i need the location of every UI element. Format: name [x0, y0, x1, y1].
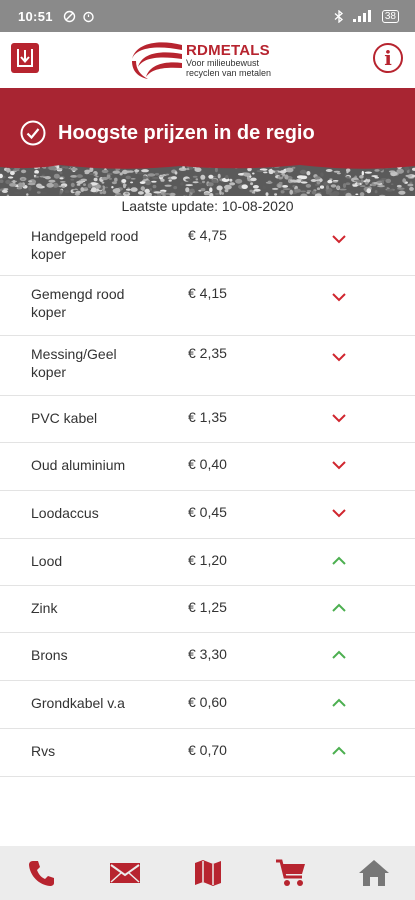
chevron-up-icon	[332, 556, 346, 565]
metal-price: € 1,35	[188, 409, 227, 425]
status-time: 10:51	[18, 8, 53, 24]
price-row[interactable]: Grondkabel v.a € 0,60	[0, 681, 415, 729]
phone-icon	[28, 861, 54, 886]
signal-icon	[352, 9, 371, 22]
map-button[interactable]	[190, 855, 226, 891]
metal-name: Gemengd rood koper	[31, 286, 125, 320]
chevron-up-icon	[332, 698, 346, 707]
price-row[interactable]: Gemengd rood koper € 4,15	[0, 276, 415, 336]
metal-price: € 0,45	[188, 504, 227, 520]
chevron-down-icon	[332, 461, 346, 470]
price-row[interactable]: Messing/Geel koper € 2,35	[0, 336, 415, 396]
metal-price: € 2,35	[188, 345, 227, 361]
metal-name: Rvs	[31, 743, 56, 759]
metal-name: Grondkabel v.a	[31, 695, 125, 711]
notification-icon	[63, 10, 75, 22]
metal-price: € 0,60	[188, 694, 227, 710]
status-bar: 10:51 38	[0, 0, 415, 32]
map-icon	[194, 860, 221, 886]
bluetooth-icon	[334, 9, 343, 23]
logo-subtitle-line1: Voor milieubewust	[186, 57, 260, 68]
metal-name: Handgepeld rood koper	[31, 228, 139, 262]
price-row[interactable]: Oud aluminium € 0,40	[0, 443, 415, 491]
home-button[interactable]	[356, 855, 392, 891]
price-list: Handgepeld rood koper € 4,75 Gemengd rood …	[0, 218, 415, 777]
info-icon: i	[384, 46, 392, 70]
alarm-icon	[83, 11, 94, 22]
metal-name: Oud aluminium	[31, 457, 126, 473]
call-button[interactable]	[24, 855, 60, 891]
price-row[interactable]: PVC kabel € 1,35	[0, 396, 415, 443]
mail-button[interactable]	[107, 855, 143, 891]
chevron-down-icon	[332, 414, 346, 423]
metal-name: Lood	[31, 553, 63, 569]
logo-title: RDMETALS	[186, 41, 270, 59]
banner-title: Hoogste prijzen in de regio	[58, 122, 315, 144]
metal-price: € 0,40	[188, 456, 227, 472]
mail-icon	[109, 863, 140, 883]
home-icon	[358, 860, 389, 886]
metal-price: € 3,30	[188, 646, 227, 662]
info-button[interactable]: i	[373, 43, 403, 73]
price-row[interactable]: Handgepeld rood koper € 4,75	[0, 218, 415, 276]
metal-name: PVC kabel	[31, 410, 98, 426]
app-header: RDMETALS Voor milieubewust recyclen van …	[0, 32, 415, 88]
cart-icon	[275, 859, 305, 886]
logo-subtitle-line2: recyclen van metalen	[186, 67, 272, 78]
chevron-up-icon	[332, 746, 346, 755]
last-update-text: Laatste update: 10-08-2020	[121, 198, 294, 214]
chevron-down-icon	[332, 509, 346, 518]
price-row[interactable]: Loodaccus € 0,45	[0, 491, 415, 539]
metal-price: € 0,70	[188, 742, 227, 758]
bottom-navigation	[0, 846, 415, 900]
price-row[interactable]: Brons € 3,30	[0, 633, 415, 681]
metal-price: € 1,25	[188, 599, 227, 615]
download-icon	[17, 49, 33, 67]
metal-name: Zink	[31, 600, 58, 616]
price-row[interactable]: Rvs € 0,70	[0, 729, 415, 777]
price-row[interactable]: Lood € 1,20	[0, 539, 415, 586]
metal-price: € 1,20	[188, 552, 227, 568]
chevron-down-icon	[332, 353, 346, 362]
download-button[interactable]	[11, 43, 39, 73]
metal-price: € 4,15	[188, 285, 227, 301]
chevron-up-icon	[332, 603, 346, 612]
price-row[interactable]: Zink € 1,25	[0, 586, 415, 633]
metal-name: Loodaccus	[31, 505, 99, 521]
rdmetals-logo: RDMETALS Voor milieubewust recyclen van …	[128, 37, 293, 83]
check-circle-icon	[20, 120, 46, 146]
hero-banner: Hoogste prijzen in de regio	[0, 88, 415, 196]
chevron-down-icon	[332, 235, 346, 244]
battery-indicator: 38	[381, 9, 399, 23]
logo-mark-icon	[132, 42, 182, 79]
metal-scrap-texture	[0, 162, 415, 196]
chevron-up-icon	[332, 650, 346, 659]
cart-button[interactable]	[273, 855, 309, 891]
metal-price: € 4,75	[188, 227, 227, 243]
metal-name: Brons	[31, 647, 68, 663]
metal-name: Messing/Geel koper	[31, 346, 117, 380]
chevron-down-icon	[332, 293, 346, 302]
